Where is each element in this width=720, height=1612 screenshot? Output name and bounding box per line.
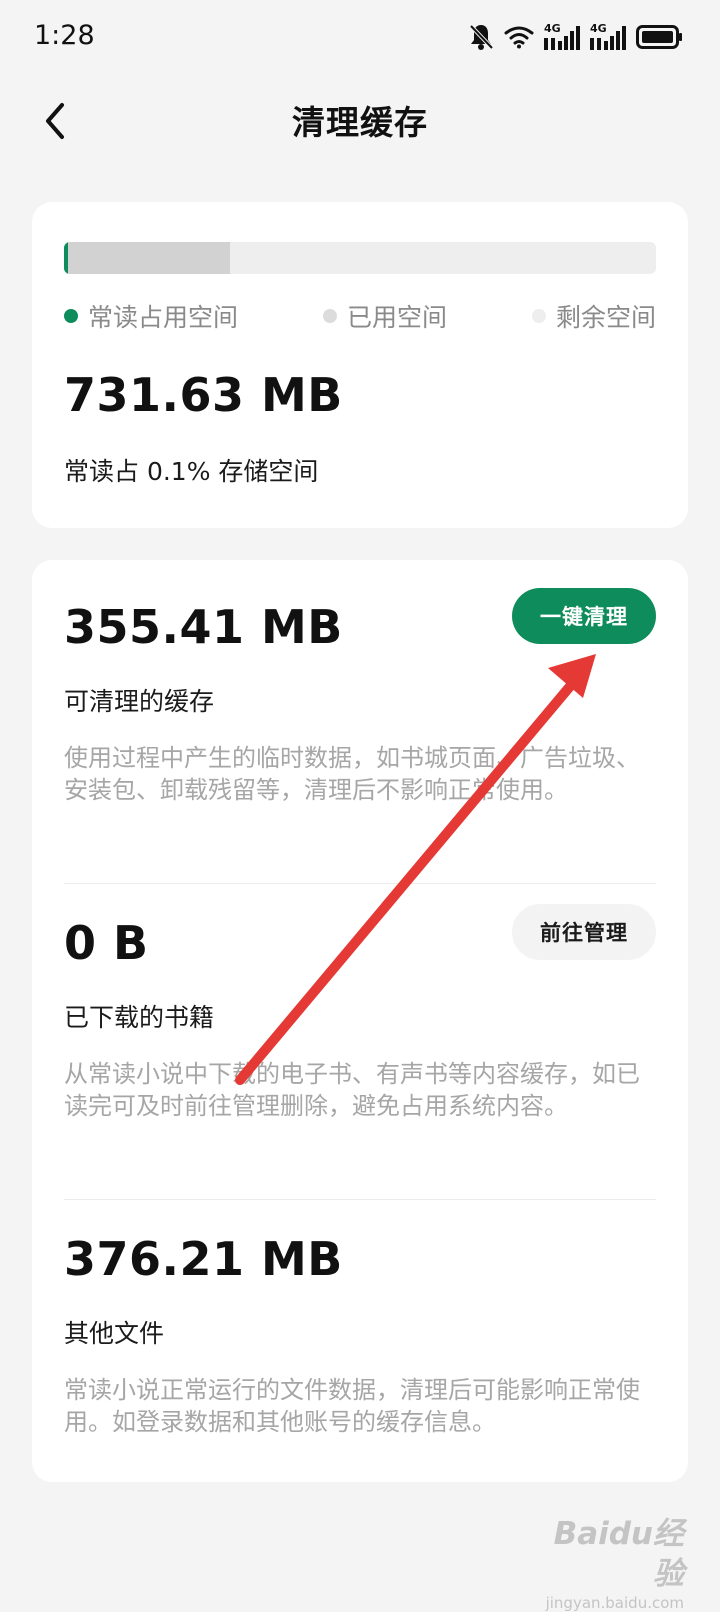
- legend-item-app: 常读占用空间: [64, 298, 238, 334]
- legend-dot-app: [64, 309, 78, 323]
- status-bar: 1:28 4G 4G: [0, 0, 720, 78]
- section-other-files: 376.21 MB 其他文件 常读小说正常运行的文件数据，清理后可能影响正常使用…: [64, 1232, 656, 1462]
- battery-icon: [636, 24, 684, 50]
- divider: [64, 883, 656, 884]
- section-downloaded-books: 0 B 前往管理 已下载的书籍 从常读小说中下载的电子书、有声书等内容缓存，如已…: [64, 904, 656, 1198]
- books-description: 从常读小说中下载的电子书、有声书等内容缓存，如已读完可及时前往管理删除，避免占用…: [64, 1060, 640, 1120]
- cache-description: 使用过程中产生的临时数据，如书城页面、广告垃圾、安装包、卸载残留等，清理后不影响…: [64, 744, 640, 804]
- usage-segment-app: [64, 242, 68, 274]
- storage-overview-card: 常读占用空间 已用空间 剩余空间 731.63 MB 常读占 0.1% 存储空间: [32, 202, 688, 528]
- watermark: Baidu经验 jingyan.baidu.com: [540, 1514, 684, 1612]
- cache-size: 355.41 MB: [64, 600, 343, 654]
- legend-label-free: 剩余空间: [555, 303, 656, 332]
- legend-label-app: 常读占用空间: [88, 303, 239, 332]
- books-label: 已下载的书籍: [64, 1003, 215, 1032]
- go-manage-button[interactable]: 前往管理: [512, 904, 656, 960]
- signal-icon: 4G: [544, 23, 580, 51]
- storage-usage-bar: [64, 242, 656, 274]
- status-icons: 4G 4G: [468, 22, 684, 52]
- one-click-clean-button[interactable]: 一键清理: [512, 588, 656, 644]
- cache-label: 可清理的缓存: [64, 687, 215, 716]
- bell-muted-icon: [468, 22, 494, 52]
- other-files-description: 常读小说正常运行的文件数据，清理后可能影响正常使用。如登录数据和其他账号的缓存信…: [64, 1376, 640, 1436]
- cache-details-card: 355.41 MB 一键清理 可清理的缓存 使用过程中产生的临时数据，如书城页面…: [32, 560, 688, 1482]
- header: 清理缓存: [0, 78, 720, 164]
- status-time: 1:28: [34, 20, 95, 51]
- other-files-label: 其他文件: [64, 1319, 165, 1348]
- legend-label-used: 已用空间: [346, 303, 447, 332]
- legend-dot-used: [322, 309, 337, 323]
- page-title: 清理缓存: [292, 103, 428, 142]
- watermark-url: jingyan.baidu.com: [545, 1594, 684, 1612]
- legend-dot-free: [531, 309, 546, 323]
- watermark-logo: Baidu经验: [553, 1516, 684, 1592]
- divider: [64, 1199, 656, 1200]
- books-size: 0 B: [64, 916, 149, 970]
- wifi-icon: [504, 25, 534, 49]
- total-size: 731.63 MB: [64, 368, 343, 422]
- signal-icon: 4G: [590, 23, 626, 51]
- legend-item-used: 已用空间: [322, 298, 447, 334]
- storage-legend: 常读占用空间 已用空间 剩余空间: [64, 296, 656, 336]
- total-description: 常读占 0.1% 存储空间: [64, 457, 319, 486]
- other-files-size: 376.21 MB: [64, 1232, 343, 1286]
- usage-segment-used: [64, 242, 230, 274]
- section-cleanable-cache: 355.41 MB 一键清理 可清理的缓存 使用过程中产生的临时数据，如书城页面…: [64, 588, 656, 882]
- legend-item-free: 剩余空间: [531, 298, 656, 334]
